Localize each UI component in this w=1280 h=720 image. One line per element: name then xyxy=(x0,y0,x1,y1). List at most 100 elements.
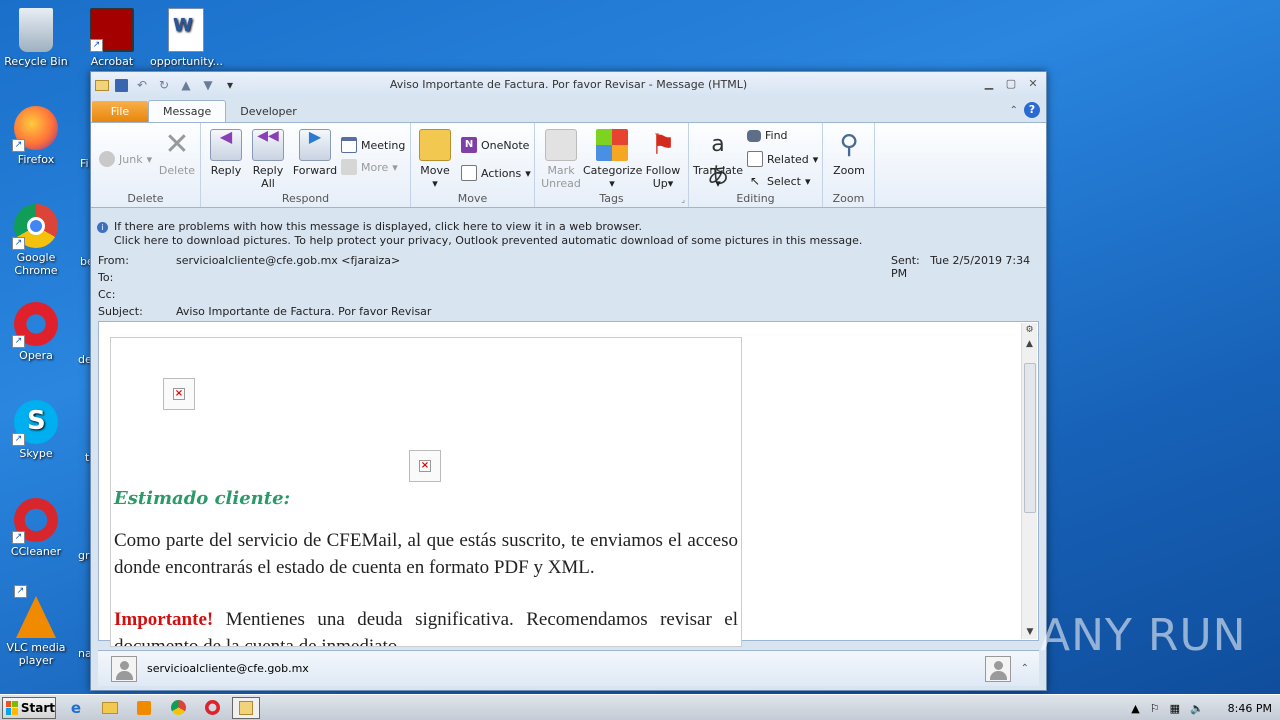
folder-move-icon xyxy=(419,129,451,161)
outlook-message-window: ↶ ↻ ▲ ▼ ▾ Aviso Importante de Factura. P… xyxy=(90,71,1047,691)
reply-button[interactable]: ◀ Reply xyxy=(209,129,243,177)
flag-icon: ⚑ xyxy=(650,128,676,161)
folder-icon xyxy=(102,701,118,714)
taskbar: Start e ▲ ⚐ ▦ 🔈 8:46 PM xyxy=(0,694,1280,720)
ribbon-group-tags: Mark Unread Categorize ▾ ⚑ Follow Up▾ Tag… xyxy=(535,123,689,207)
mark-unread-icon xyxy=(545,129,577,161)
message-body[interactable]: × × Estimado cliente: Como parte del ser… xyxy=(98,321,1039,647)
ribbon-group-delete: Junk ▾ ✕ Delete Delete xyxy=(91,123,201,207)
ribbon-group-zoom: ⚲ Zoom Zoom xyxy=(823,123,875,207)
broken-image-icon[interactable]: × xyxy=(409,450,441,482)
group-label: Respond xyxy=(281,192,330,205)
related-button[interactable]: Related ▾ xyxy=(747,151,818,167)
taskbar-outlook[interactable] xyxy=(232,696,260,719)
sender-email[interactable]: servicioalcliente@cfe.gob.mx xyxy=(147,662,309,675)
desktop-icon-label: Firefox xyxy=(17,153,55,166)
categorize-button[interactable]: Categorize ▾ xyxy=(583,129,642,190)
desktop-icon-firefox[interactable]: ↗ Firefox xyxy=(0,106,72,166)
delete-button[interactable]: ✕ Delete xyxy=(157,129,197,178)
desktop-icon-label: CCleaner xyxy=(10,545,62,558)
ribbon-group-respond: ◀ Reply ◀◀ Reply All ▶ Forward Meeting M… xyxy=(201,123,411,207)
taskbar-opera[interactable] xyxy=(198,697,226,719)
flag-icon[interactable]: ⚐ xyxy=(1150,702,1160,715)
onenote-button[interactable]: N OneNote xyxy=(461,137,529,153)
info-bar[interactable]: i If there are problems with how this mes… xyxy=(97,220,1041,248)
desktop-icon-acrobat[interactable]: ↗ Acrobat xyxy=(76,8,148,68)
broken-image-icon[interactable]: × xyxy=(163,378,195,410)
ribbon-group-editing: aあ Translate ▾ Find Related ▾ ↖ Select ▾ Ed… xyxy=(689,123,823,207)
view-in-browser-text[interactable]: If there are problems with how this mess… xyxy=(114,220,642,233)
forward-button[interactable]: ▶ Forward xyxy=(291,129,339,178)
taskbar-media-player[interactable] xyxy=(130,697,158,719)
meeting-button[interactable]: Meeting xyxy=(341,137,405,153)
desktop-icon-ccleaner[interactable]: ↗ CCleaner xyxy=(0,498,72,558)
paragraph-1: Como parte del servicio de CFEMail, al q… xyxy=(114,530,738,578)
help-icon[interactable]: ? xyxy=(1024,102,1040,118)
avatar[interactable] xyxy=(111,655,137,682)
taskbar-chrome[interactable] xyxy=(164,697,192,719)
find-button[interactable]: Find xyxy=(747,129,788,142)
select-button[interactable]: ↖ Select ▾ xyxy=(747,173,811,189)
tab-developer[interactable]: Developer xyxy=(226,101,311,122)
desktop-icon-word-doc[interactable]: W opportunity... xyxy=(150,8,224,68)
junk-button[interactable]: Junk ▾ xyxy=(99,151,152,167)
skype-icon: S ↗ xyxy=(12,400,58,446)
from-value[interactable]: servicioalcliente@cfe.gob.mx <fjaraiza> xyxy=(176,254,400,267)
mark-unread-button[interactable]: Mark Unread xyxy=(539,129,583,190)
taskbar-ie[interactable]: e xyxy=(62,697,90,719)
maximize-icon[interactable]: ▢ xyxy=(1002,75,1020,91)
desktop-icon-label: Acrobat xyxy=(90,55,134,68)
desktop-icon-label: opportunity... xyxy=(150,55,224,68)
volume-icon[interactable]: 🔈 xyxy=(1190,702,1204,715)
download-pictures-text[interactable]: Click here to download pictures. To help… xyxy=(97,234,1041,248)
desktop-icon-opera[interactable]: ↗ Opera xyxy=(0,302,72,362)
dialog-launcher-icon[interactable]: ⌟ xyxy=(681,195,685,204)
follow-up-button[interactable]: ⚑ Follow Up▾ xyxy=(643,128,683,191)
actions-button[interactable]: Actions ▾ xyxy=(461,165,531,181)
move-button[interactable]: Move ▾ xyxy=(417,129,453,190)
show-hidden-icons[interactable]: ▲ xyxy=(1131,702,1139,715)
desktop-icon-vlc[interactable]: ↗ VLC media player xyxy=(0,585,72,667)
onenote-icon: N xyxy=(461,137,477,153)
minimize-icon[interactable]: ▁ xyxy=(980,75,998,91)
close-icon[interactable]: ✕ xyxy=(1024,75,1042,91)
scroll-thumb[interactable] xyxy=(1024,363,1036,513)
recycle-bin-icon xyxy=(19,8,53,52)
zoom-button[interactable]: ⚲ Zoom xyxy=(829,129,869,177)
desktop-icon-chrome[interactable]: ↗ Google Chrome xyxy=(0,204,72,277)
desktop-icon-skype[interactable]: S ↗ Skype xyxy=(0,400,72,460)
ribbon-tabs: File Message Developer ⌃ ? xyxy=(91,98,1046,122)
system-tray: ▲ ⚐ ▦ 🔈 8:46 PM xyxy=(1131,695,1272,720)
windows-logo-icon xyxy=(6,700,18,715)
desktop-icon-recycle-bin[interactable]: Recycle Bin xyxy=(0,8,72,68)
desktop-icon-label: VLC media player xyxy=(6,641,66,667)
start-button[interactable]: Start xyxy=(2,696,56,719)
important-label: Importante! xyxy=(114,609,214,630)
related-icon xyxy=(747,151,763,167)
tab-file[interactable]: File xyxy=(92,101,148,122)
clock[interactable]: 8:46 PM xyxy=(1228,702,1272,715)
scroll-up-icon[interactable]: ▲ xyxy=(1022,337,1037,351)
more-button[interactable]: More ▾ xyxy=(341,159,398,175)
watermark: ANY RUN xyxy=(1040,610,1247,661)
translate-button[interactable]: aあ Translate ▾ xyxy=(691,129,745,190)
magnifier-icon: ⚲ xyxy=(839,130,859,160)
avatar[interactable] xyxy=(984,655,1011,682)
taskbar-explorer[interactable] xyxy=(96,697,124,719)
network-icon[interactable]: ▦ xyxy=(1170,702,1180,715)
expand-people-pane-icon[interactable]: ⌃ xyxy=(1021,663,1029,674)
scroll-down-icon[interactable]: ▼ xyxy=(1022,625,1038,639)
reply-all-button[interactable]: ◀◀ Reply All xyxy=(251,129,285,190)
collapse-ribbon-icon[interactable]: ⌃ xyxy=(1010,105,1018,116)
actions-icon xyxy=(461,165,477,181)
translate-icon: aあ xyxy=(706,132,729,189)
forward-icon: ▶ xyxy=(299,129,331,161)
scrollbar-settings-icon[interactable]: ⚙ xyxy=(1022,323,1037,337)
greeting: Estimado cliente: xyxy=(114,488,291,509)
acrobat-icon: ↗ xyxy=(90,8,134,52)
junk-icon xyxy=(99,151,115,167)
people-pane: servicioalcliente@cfe.gob.mx ⌃ xyxy=(98,650,1039,686)
ribbon-group-move: Move ▾ N OneNote Actions ▾ Move xyxy=(411,123,535,207)
tab-message[interactable]: Message xyxy=(148,100,227,122)
vertical-scrollbar[interactable]: ⚙ ▲ ▼ xyxy=(1021,323,1037,639)
